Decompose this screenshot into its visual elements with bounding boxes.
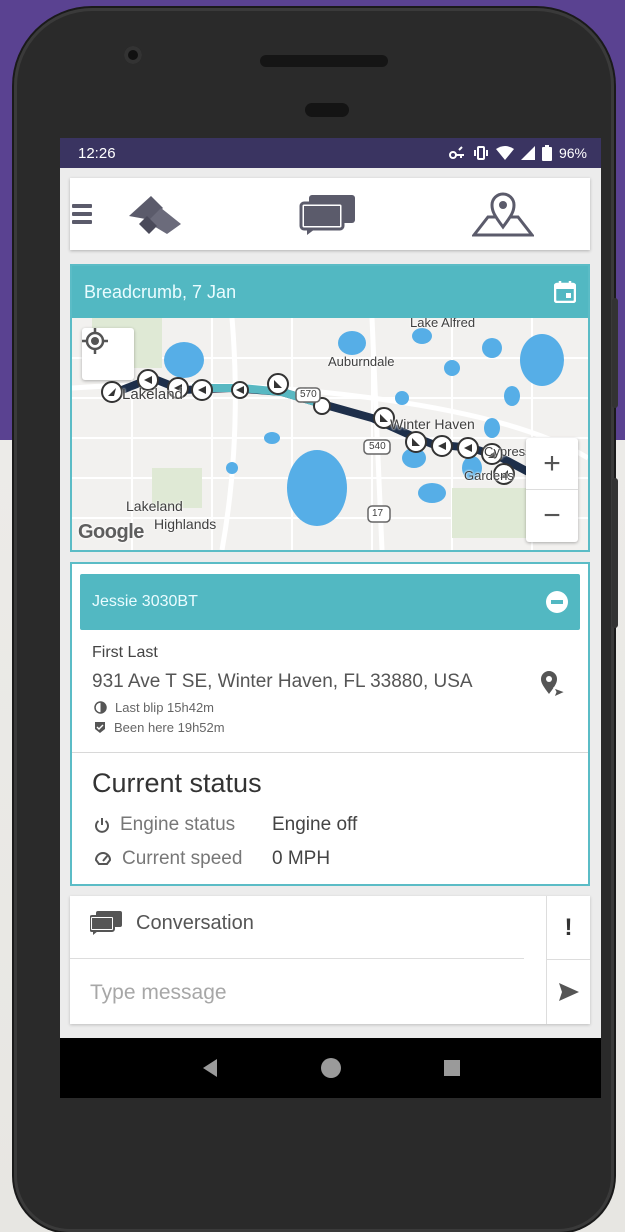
current-speed-row: Current speed 0 MPH <box>94 848 330 870</box>
shield-icon <box>95 722 105 733</box>
map-view[interactable]: Lake Alfred Auburndale Lakeland Winter H… <box>72 318 588 550</box>
clock-icon <box>94 701 107 714</box>
fleet-logo-icon[interactable] <box>120 186 190 242</box>
chat-divider <box>70 958 524 959</box>
map-label-lakeland-highlands-2: Highlands <box>154 516 217 532</box>
map-label-route-570: 570 <box>300 389 317 400</box>
zoom-out-button[interactable]: − <box>526 490 578 542</box>
status-time: 12:26 <box>78 144 116 162</box>
wifi-icon <box>495 146 514 160</box>
map-label-lakeland: Lakeland <box>122 386 183 403</box>
map-label-lake-alfred: Lake Alfred <box>410 318 476 330</box>
collapse-icon[interactable] <box>546 591 568 613</box>
map-card-title: Breadcrumb, 7 Jan <box>84 281 237 302</box>
device-card-header[interactable]: Jessie 3030BT <box>80 574 580 630</box>
signal-icon <box>520 146 535 160</box>
locate-button[interactable] <box>82 328 134 380</box>
engine-status-label: Engine status <box>120 814 236 835</box>
device-card: Jessie 3030BT First Last 931 Ave T SE, W… <box>70 562 590 886</box>
map-label-auburndale: Auburndale <box>328 354 395 369</box>
map-pin-icon[interactable] <box>468 186 538 242</box>
earpiece <box>305 103 349 117</box>
device-address: 931 Ave T SE, Winter Haven, FL 33880, US… <box>92 671 473 692</box>
zoom-in-button[interactable]: + <box>526 438 578 490</box>
card-divider <box>72 752 588 753</box>
device-name: Jessie 3030BT <box>92 593 198 610</box>
vibrate-icon <box>473 146 488 160</box>
speaker-grille <box>260 55 388 67</box>
been-here-text: Been here 19h52m <box>114 720 225 735</box>
message-input[interactable] <box>90 976 520 1010</box>
current-speed-label: Current speed <box>122 848 243 869</box>
messages-icon[interactable] <box>293 186 363 242</box>
last-blip-row: Last blip 15h42m <box>94 700 214 715</box>
engine-status-row: Engine status Engine off <box>94 814 357 836</box>
crosshair-icon <box>82 328 108 354</box>
home-icon[interactable] <box>320 1057 342 1079</box>
recents-icon[interactable] <box>443 1059 461 1077</box>
engine-status-value: Engine off <box>272 814 358 835</box>
app-bar <box>70 178 590 250</box>
key-icon <box>448 146 464 159</box>
owner-name: First Last <box>92 644 158 661</box>
power-icon <box>95 818 109 833</box>
map-label-lakeland-highlands-1: Lakeland <box>126 498 183 514</box>
conversation-card: Conversation ! <box>70 896 590 1024</box>
power-button <box>612 298 618 408</box>
status-bar: 12:26 96% <box>60 138 601 168</box>
screen: 12:26 96% Breadcrumb, 7 Jan Lake Alfred … <box>60 138 601 1098</box>
map-background <box>72 318 588 550</box>
map-label-gardens: Gardens <box>464 468 514 483</box>
map-label-route-540: 540 <box>369 441 386 452</box>
been-here-row: Been here 19h52m <box>94 720 225 735</box>
navigate-pin-icon[interactable] <box>538 670 566 698</box>
map-label-cypress: Cypress <box>484 444 532 459</box>
map-label-route-17: 17 <box>372 508 384 519</box>
conversation-header[interactable]: Conversation <box>90 911 254 935</box>
map-card: Breadcrumb, 7 Jan Lake Alfred Auburndale… <box>70 264 590 552</box>
battery-icon <box>541 145 552 161</box>
system-nav-bar <box>60 1038 601 1098</box>
alert-button[interactable]: ! <box>547 896 590 960</box>
calendar-icon[interactable] <box>554 281 576 303</box>
menu-icon[interactable] <box>72 200 92 228</box>
speedometer-icon <box>94 852 112 865</box>
chat-actions: ! <box>546 896 590 1024</box>
current-speed-value: 0 MPH <box>272 848 331 869</box>
zoom-controls: + − <box>526 438 578 542</box>
battery-percent: 96% <box>558 145 587 161</box>
send-icon <box>558 983 579 1001</box>
front-camera <box>124 46 142 64</box>
phone-frame: 12:26 96% Breadcrumb, 7 Jan Lake Alfred … <box>14 8 618 1232</box>
chat-icon <box>90 911 122 935</box>
current-status-title: Current status <box>92 768 262 798</box>
send-button[interactable] <box>547 960 590 1024</box>
google-attribution: Google <box>78 521 144 543</box>
conversation-title: Conversation <box>136 911 254 934</box>
map-card-header: Breadcrumb, 7 Jan <box>72 266 588 318</box>
back-icon[interactable] <box>201 1058 219 1078</box>
volume-button <box>612 478 618 628</box>
last-blip-text: Last blip 15h42m <box>115 700 215 715</box>
map-label-winter-haven: Winter Haven <box>390 416 475 432</box>
